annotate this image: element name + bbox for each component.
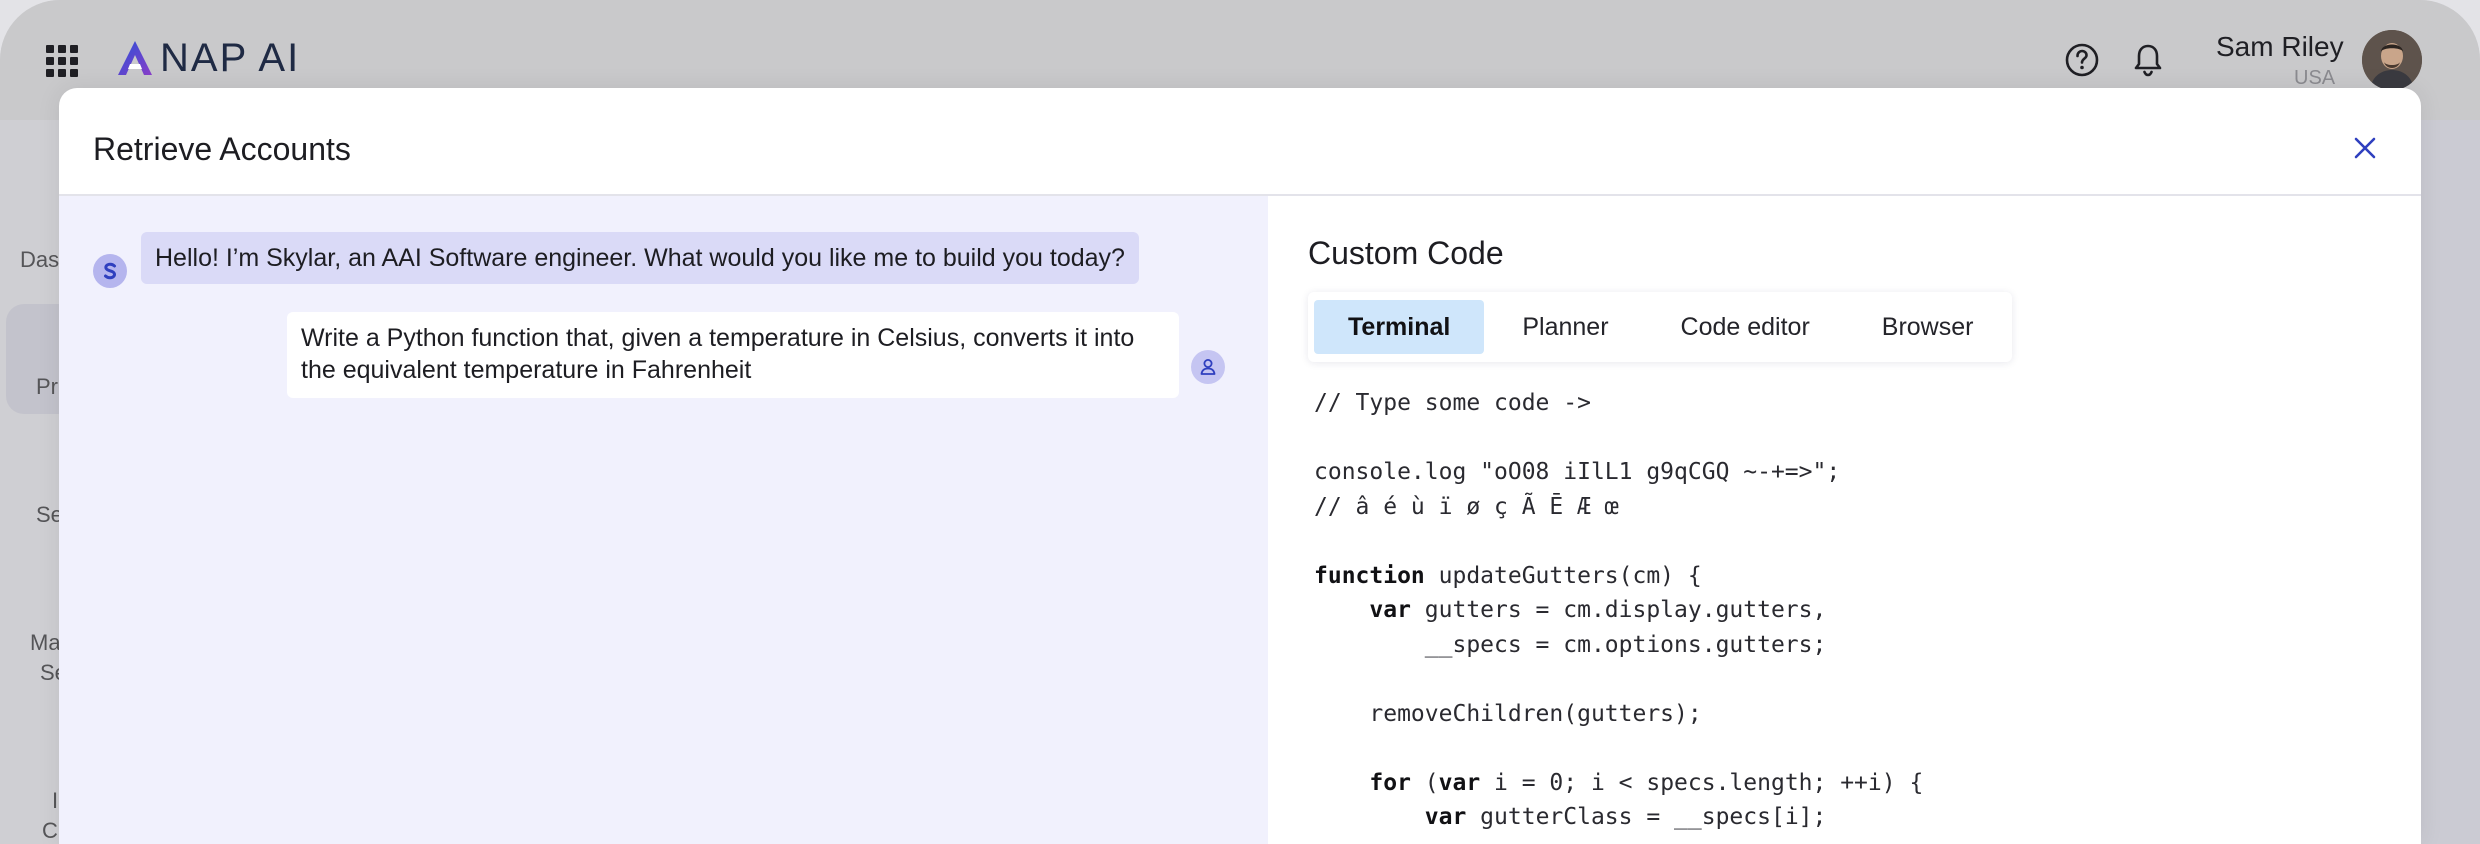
bot-avatar: [93, 254, 127, 288]
code-keyword: var: [1438, 769, 1481, 796]
code-line: function updateGutters(cm) {: [1314, 559, 2394, 594]
code-line: console.log "oO08 iIlL1 g9qCGQ ~-+=>";: [1314, 455, 2394, 490]
tab-code-editor[interactable]: Code editor: [1647, 300, 1844, 354]
logo-text: NAP AI: [160, 36, 301, 80]
code-text: gutters = cm.display.gutters,: [1410, 597, 1827, 623]
code-tabs: Terminal Planner Code editor Browser: [1308, 292, 2012, 362]
code-keyword: function: [1314, 562, 1425, 589]
apps-grid-icon[interactable]: [46, 45, 78, 77]
logo-mark-icon: [118, 41, 152, 75]
sidebar: [0, 120, 60, 844]
code-text: // â é ù ï ø ç Ã Ē Æ œ: [1314, 493, 1619, 520]
code-text: // Type some code ->: [1314, 390, 1591, 416]
tab-planner[interactable]: Planner: [1488, 300, 1642, 354]
sidebar-item-label[interactable]: Ma: [30, 628, 61, 658]
code-line: // Type some code ->: [1314, 386, 2394, 421]
modal-title: Retrieve Accounts: [93, 131, 351, 167]
code-panel-title: Custom Code: [1308, 235, 1504, 271]
code-text: removeChildren(gutters);: [1314, 700, 1702, 727]
tab-browser[interactable]: Browser: [1848, 300, 2008, 354]
code-text: i = 0; i < specs.length; ++i) {: [1480, 769, 1924, 796]
user-location: USA: [2294, 67, 2336, 89]
sidebar-item-label[interactable]: Pr: [36, 372, 58, 402]
code-text: console.log "oO08 iIlL1 g9qCGQ ~-+=>";: [1314, 459, 1841, 485]
retrieve-accounts-modal: Retrieve Accounts Hello! I’m Skylar, an …: [59, 88, 2421, 844]
code-text: __specs = cm.options.gutters;: [1314, 631, 1827, 658]
tab-terminal[interactable]: Terminal: [1314, 300, 1485, 354]
user-name[interactable]: Sam Riley: [2216, 30, 2344, 64]
user-avatar: [1191, 350, 1225, 384]
modal-header: Retrieve Accounts: [59, 88, 2421, 196]
background-panel: [2420, 120, 2480, 844]
help-icon[interactable]: [2062, 40, 2102, 80]
code-line: for (var i = 0; i < specs.length; ++i) {: [1314, 766, 2394, 801]
bot-icon: [104, 262, 116, 280]
close-icon: [2354, 137, 2376, 159]
code-text: gutterClass = __specs[i];: [1466, 804, 1827, 830]
code-keyword: for: [1369, 769, 1411, 796]
code-keyword: var: [1424, 804, 1467, 830]
user-icon: [1200, 359, 1216, 375]
terminal-code-block[interactable]: // Type some code -> console.log "oO08 iI…: [1314, 386, 2394, 844]
chat-pane: Hello! I’m Skylar, an AAI Software engin…: [59, 196, 1268, 844]
assistant-message: Hello! I’m Skylar, an AAI Software engin…: [141, 232, 1139, 284]
logo[interactable]: NAP AI: [116, 36, 300, 80]
code-line: var gutterClass = __specs[i];: [1314, 800, 2394, 835]
code-text: (: [1410, 769, 1439, 796]
sidebar-item-label[interactable]: I: [52, 786, 58, 816]
sidebar-item-label[interactable]: Das: [20, 245, 59, 275]
code-line: var gutters = cm.display.gutters,: [1314, 593, 2394, 628]
code-line: removeChildren(gutters);: [1314, 697, 2394, 732]
code-text: updateGutters(cm) {: [1424, 562, 1702, 589]
code-line: __specs = cm.options.gutters;: [1314, 628, 2394, 663]
code-line: // â é ù ï ø ç Ã Ē Æ œ: [1314, 490, 2394, 525]
avatar[interactable]: [2362, 30, 2422, 90]
sidebar-item-label[interactable]: C: [42, 816, 58, 844]
user-message: Write a Python function that, given a te…: [287, 312, 1179, 398]
close-button[interactable]: [2349, 132, 2381, 164]
code-keyword: var: [1369, 597, 1411, 623]
bell-icon[interactable]: [2128, 40, 2168, 80]
code-pane: Custom Code Terminal Planner Code editor…: [1268, 196, 2421, 844]
